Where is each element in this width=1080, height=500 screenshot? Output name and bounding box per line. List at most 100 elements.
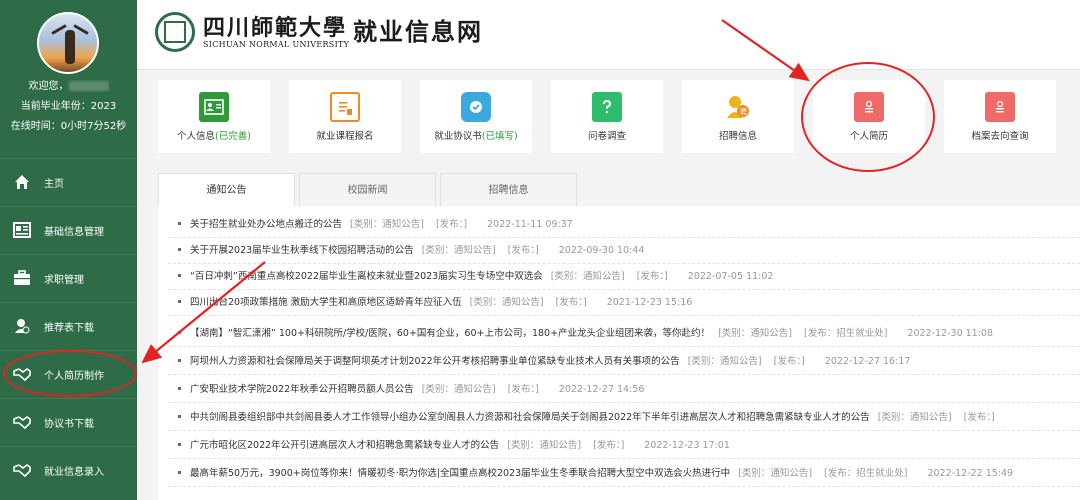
sidebar-item-job-management[interactable]: 求职管理 [0, 254, 137, 302]
news-title[interactable]: 广安职业技术学院2022年秋季公开招聘员额人员公告 [190, 384, 414, 395]
avatar[interactable] [37, 12, 99, 74]
news-publisher: [发布：] [593, 440, 625, 451]
briefcase-icon [12, 269, 32, 287]
news-date: 2022-12-23 17:01 [644, 440, 730, 451]
news-category: [类别：通知公告] [507, 440, 582, 451]
grad-year: 当前毕业年份：2023 [20, 101, 117, 112]
news-publisher: [发布：] [507, 245, 539, 256]
news-title[interactable]: 最高年薪50万元，3900+岗位等你来！情暖初冬·职为你选|全国重点高校2023… [190, 468, 730, 479]
shield-check-icon [461, 92, 491, 122]
list-item[interactable]: 最高年薪50万元，3900+岗位等你来！情暖初冬·职为你选|全国重点高校2023… [158, 461, 1080, 487]
card-label: 问卷调查 [587, 131, 626, 142]
sidebar-item-home[interactable]: 主页 [0, 158, 137, 206]
university-logo [155, 12, 195, 52]
sidebar-item-basic-info[interactable]: 基础信息管理 [0, 206, 137, 254]
news-title[interactable]: 中共剑阁县委组织部中共剑阁县委人才工作领导小组办公室剑阁县人力资源和社会保障局关… [190, 412, 870, 423]
id-card-icon [199, 92, 229, 122]
card-status: (已填写) [481, 131, 518, 142]
tab-recruitment[interactable]: 招聘信息 [440, 173, 577, 207]
university-name-cn: 四川師範大學 [203, 15, 348, 41]
sidebar-item-label: 推荐表下载 [44, 322, 94, 334]
news-title[interactable]: 关于招生就业处办公地点搬迁的公告 [190, 219, 342, 230]
news-category: [类别：通知公告] [718, 328, 792, 339]
news-date: 2022-12-27 16:17 [824, 356, 911, 367]
news-date: 2022-11-11 09:37 [487, 219, 573, 230]
sidebar-item-label: 就业信息录入 [44, 466, 104, 478]
tab-campus-news[interactable]: 校园新闻 [299, 173, 436, 207]
card-employment-agreement[interactable]: 就业协议书(已填写) [420, 80, 532, 153]
annotation-circle-resume-card [801, 62, 935, 172]
news-publisher: [发布：招生就业处] [824, 468, 908, 479]
card-questionnaire[interactable]: 问卷调查 [551, 80, 663, 153]
site-title: 就业信息网 [353, 18, 483, 46]
handshake-icon [12, 413, 32, 431]
news-category: [类别：通知公告] [421, 384, 496, 395]
news-category: [类别：通知公告] [687, 356, 762, 367]
news-publisher: [发布：] [963, 412, 995, 423]
document-icon [330, 92, 360, 122]
card-label: 就业协议书 [434, 131, 482, 142]
welcome-line: 欢迎您， [0, 80, 137, 94]
list-item[interactable]: 广安职业技术学院2022年秋季公开招聘员额人员公告 [类别：通知公告] [发布：] 2… [158, 377, 1080, 403]
news-title[interactable]: 广元市昭化区2022年公开引进高层次人才和招聘急需紧缺专业人才的公告 [190, 440, 499, 451]
card-personal-info[interactable]: 个人信息(已完善) [158, 80, 270, 153]
card-label: 档案去向查询 [971, 131, 1029, 142]
sidebar-item-label: 协议书下载 [44, 418, 94, 430]
news-date: 2021-12-23 15:16 [606, 297, 693, 308]
card-archive-query[interactable]: 档案去向查询 [944, 80, 1056, 153]
sidebar-item-employment-entry[interactable]: 就业信息录入 [0, 446, 137, 494]
home-icon [12, 173, 32, 191]
archive-icon [985, 92, 1015, 122]
card-status: (已完善) [215, 131, 251, 142]
news-date: 2022-07-05 11:02 [687, 271, 774, 282]
news-title[interactable]: 关于开展2023届毕业生秋季线下校园招聘活动的公告 [190, 245, 414, 256]
news-date: 2022-12-30 11:08 [907, 328, 994, 339]
news-publisher: [发布：] [636, 271, 668, 282]
news-title[interactable]: 阿坝州人力资源和社会保障局关于调整阿坝英才计划2022年公开考核招聘事业单位紧缺… [190, 356, 680, 367]
id-card-icon [12, 221, 32, 239]
header: 四川師範大學 SICHUAN NORMAL UNIVERSITY 就业信息网 [137, 0, 1080, 70]
card-course-signup[interactable]: 就业课程报名 [289, 80, 401, 153]
user-download-icon [12, 317, 32, 335]
list-item[interactable]: 阿坝州人力资源和社会保障局关于调整阿坝英才计划2022年公开考核招聘事业单位紧缺… [158, 349, 1080, 375]
news-title[interactable]: “百日冲刺”西南重点高校2022届毕业生离校未就业暨2023届实习生专场空中双选… [190, 271, 543, 282]
card-recruitment-info[interactable]: 聘 招聘信息 [682, 80, 794, 153]
username-blurred [68, 81, 109, 91]
tab-notices[interactable]: 通知公告 [158, 173, 295, 207]
handshake-icon [12, 461, 32, 479]
welcome-text: 欢迎您， [28, 81, 69, 92]
sidebar-item-recommend-download[interactable]: 推荐表下载 [0, 302, 137, 350]
news-publisher: [发布：] [507, 384, 539, 395]
list-item[interactable]: 广元市昭化区2022年公开引进高层次人才和招聘急需紧缺专业人才的公告 [类别：通知… [158, 433, 1080, 459]
news-list: 关于招生就业处办公地点搬迁的公告 [类别：通知公告] [发布：] 2022-11-11… [158, 206, 1080, 500]
list-item[interactable]: 四川出台20项政策措施 激励大学生和高原地区适龄青年应征入伍 [类别：通知公告] [… [158, 290, 1080, 316]
list-item[interactable]: 关于招生就业处办公地点搬迁的公告 [类别：通知公告] [发布：] 2022-11-11… [158, 212, 1080, 238]
sidebar-item-label: 求职管理 [44, 274, 84, 286]
list-item[interactable]: “百日冲刺”西南重点高校2022届毕业生离校未就业暨2023届实习生专场空中双选… [158, 264, 1080, 290]
card-label: 就业课程报名 [316, 131, 374, 142]
news-date: 2022-12-22 15:49 [927, 468, 1014, 479]
news-date: 2022-12-27 14:56 [558, 384, 645, 395]
sidebar-item-label: 基础信息管理 [44, 226, 104, 238]
university-name-en: SICHUAN NORMAL UNIVERSITY [203, 40, 350, 49]
list-item[interactable]: 关于开展2023届毕业生秋季线下校园招聘活动的公告 [类别：通知公告] [发布：] 2… [158, 238, 1080, 264]
news-category: [类别：通知公告] [421, 245, 496, 256]
question-icon [592, 92, 622, 122]
card-label: 个人信息 [177, 131, 216, 142]
news-category: [类别：通知公告] [350, 219, 424, 230]
annotation-circle-resume-nav [3, 350, 137, 397]
list-item[interactable]: 【湖南】“智汇潇湘” 100+科研院所/学校/医院，60+国有企业，60+上市公… [158, 321, 1080, 347]
news-publisher: [发布：] [435, 219, 468, 230]
recruit-icon: 聘 [723, 92, 753, 122]
news-title[interactable]: 四川出台20项政策措施 激励大学生和高原地区适龄青年应征入伍 [190, 297, 462, 308]
news-date: 2022-09-30 10:44 [558, 245, 645, 256]
list-item[interactable]: 中共剑阁县委组织部中共剑阁县委人才工作领导小组办公室剑阁县人力资源和社会保障局关… [158, 405, 1080, 431]
news-category: [类别：通知公告] [738, 468, 813, 479]
card-label: 招聘信息 [718, 131, 757, 142]
news-publisher: [发布：招生就业处] [803, 328, 888, 339]
news-category: [类别：通知公告] [550, 271, 625, 282]
sidebar-item-agreement-download[interactable]: 协议书下载 [0, 398, 137, 446]
avatar-figure [65, 30, 75, 64]
news-title[interactable]: 【湖南】“智汇潇湘” 100+科研院所/学校/医院，60+国有企业，60+上市公… [190, 328, 710, 339]
news-category: [类别：通知公告] [877, 412, 952, 423]
